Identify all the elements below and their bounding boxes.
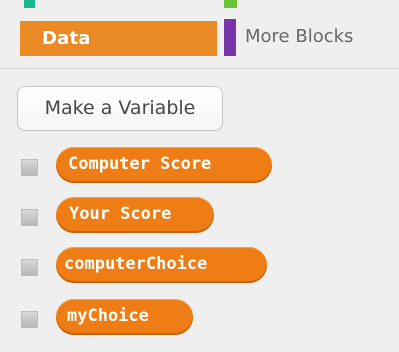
checkbox-icon[interactable] xyxy=(21,259,38,276)
variable-block-computer-choice[interactable]: computerChoice xyxy=(56,247,267,283)
checkbox-icon[interactable] xyxy=(21,311,38,328)
checkbox-icon[interactable] xyxy=(21,209,38,226)
checkbox-icon[interactable] xyxy=(21,159,38,176)
variable-block-my-choice[interactable]: myChoice xyxy=(56,299,193,335)
palette-divider xyxy=(0,68,399,69)
category-tabs: Data More Blocks xyxy=(0,0,399,68)
more-blocks-color-marker xyxy=(224,19,236,56)
variable-row-computer-choice: computerChoice xyxy=(0,247,399,283)
category-more-blocks-tab[interactable]: More Blocks xyxy=(245,24,353,50)
category-data-tab[interactable]: Data xyxy=(20,21,217,56)
variable-row-your-score: Your Score xyxy=(0,197,399,233)
variable-block-your-score[interactable]: Your Score xyxy=(56,197,214,233)
variable-block-computer-score[interactable]: Computer Score xyxy=(56,147,272,183)
make-a-variable-button[interactable]: Make a Variable xyxy=(17,86,223,131)
variable-row-computer-score: Computer Score xyxy=(0,147,399,183)
variable-row-my-choice: myChoice xyxy=(0,299,399,335)
